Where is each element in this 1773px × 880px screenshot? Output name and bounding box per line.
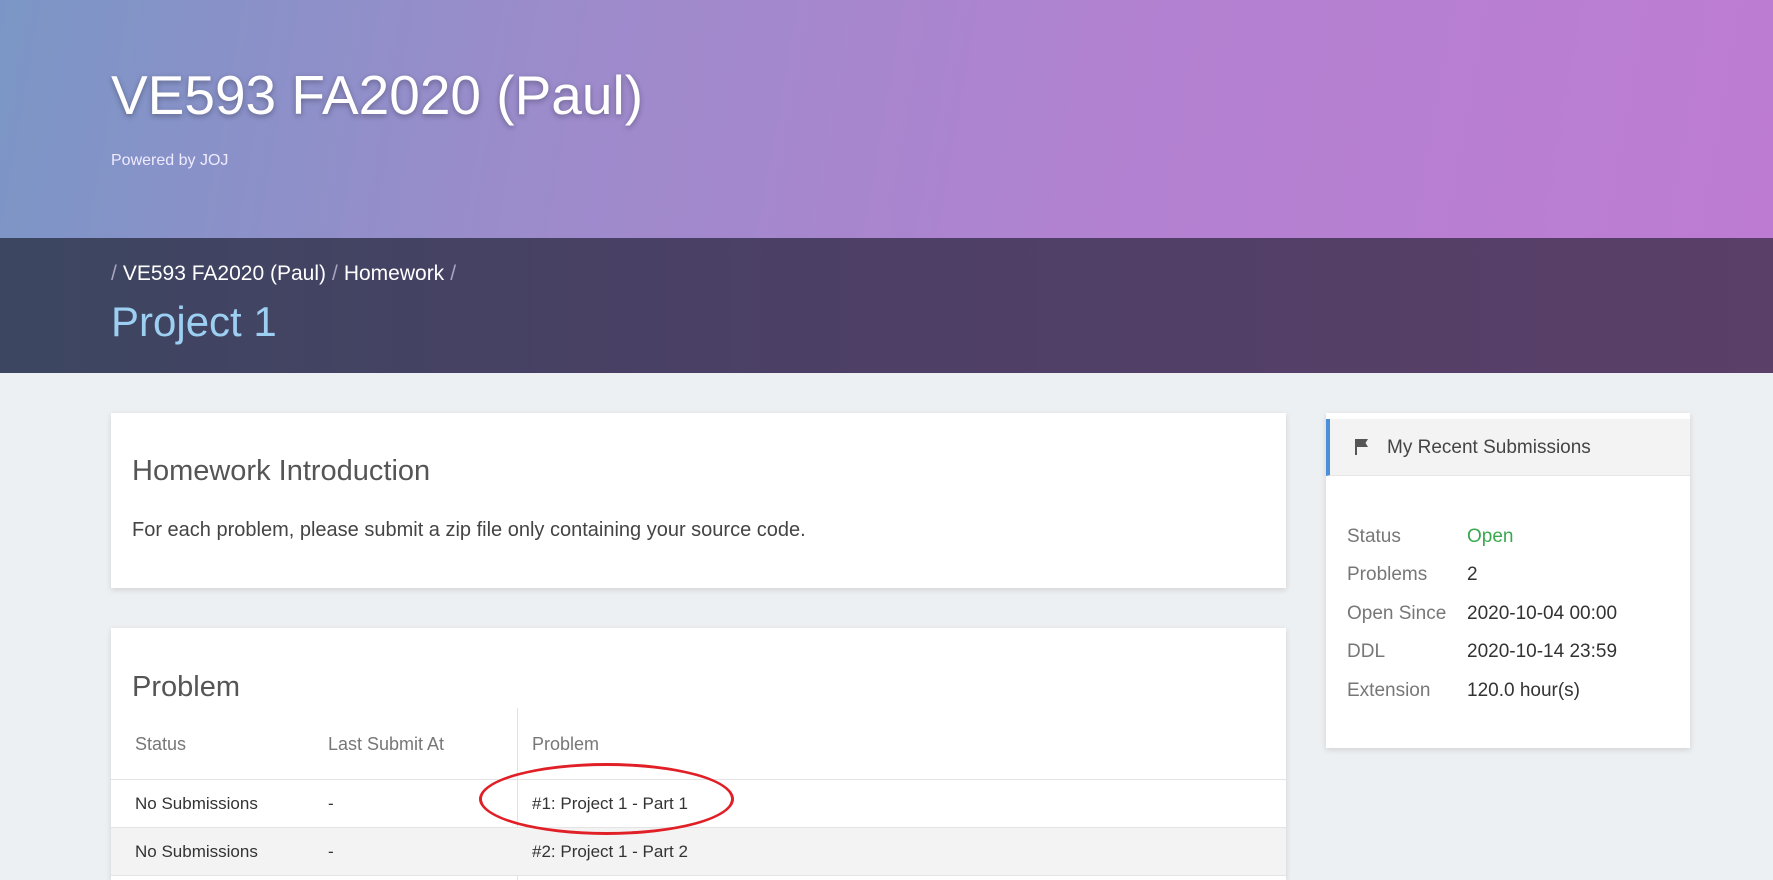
page-title: Project 1 [111,298,277,345]
breadcrumb-separator: / [111,262,117,285]
row-status: No Submissions [135,842,258,861]
table-row: No Submissions - #2: Project 1 - Part 2 [111,828,1286,876]
intro-text: For each problem, please submit a zip fi… [132,519,806,541]
recent-submissions-header[interactable]: My Recent Submissions [1326,419,1690,476]
problem-card: Problem Status Last Submit At Problem No… [111,628,1286,880]
problem-link[interactable]: #1: Project 1 - Part 1 [532,794,688,814]
problem-table: Status Last Submit At Problem No Submiss… [111,708,1286,880]
recent-submissions-card: My Recent Submissions Status Open Proble… [1326,413,1690,748]
row-status: No Submissions [135,794,258,813]
breadcrumb-separator: / [331,262,338,285]
breadcrumb: / VE593 FA2020 (Paul) / Homework / [111,262,462,286]
breadcrumb-separator: / [450,262,457,285]
column-header-last-submit: Last Submit At [328,734,445,754]
header-banner: VE593 FA2020 (Paul) Powered by JOJ [0,0,1773,238]
table-header: Status Last Submit At Problem [111,708,1286,780]
breadcrumb-course-link[interactable]: VE593 FA2020 (Paul) [123,262,326,285]
flag-icon [1355,439,1368,455]
stat-label-extension: Extension [1347,680,1431,701]
column-header-problem: Problem [532,734,600,754]
recent-submissions-label: My Recent Submissions [1387,437,1591,458]
site-subtitle: Powered by JOJ [111,152,229,169]
stat-value-problems: 2 [1467,564,1478,585]
breadcrumb-homework-link[interactable]: Homework [344,262,444,285]
homework-intro-card: Homework Introduction For each problem, … [111,413,1286,588]
problem-link[interactable]: #2: Project 1 - Part 2 [532,842,688,862]
site-title: VE593 FA2020 (Paul) [111,64,644,126]
problem-section-title: Problem [132,671,240,703]
stat-value-open-since: 2020-10-04 00:00 [1467,603,1618,624]
intro-title: Homework Introduction [132,455,431,487]
stat-label-ddl: DDL [1347,641,1386,662]
stat-value-ddl: 2020-10-14 23:59 [1467,641,1618,662]
table-row: No Submissions - #1: Project 1 - Part 1 [111,780,1286,828]
stat-value-extension: 120.0 hour(s) [1467,680,1581,701]
stat-value-status: Open [1467,526,1514,547]
row-last-submit: - [328,842,334,861]
stat-label-problems: Problems [1347,564,1428,585]
column-header-status: Status [135,734,187,754]
stat-label-open-since: Open Since [1347,603,1447,624]
stat-label-status: Status [1347,526,1401,547]
row-last-submit: - [328,794,334,813]
